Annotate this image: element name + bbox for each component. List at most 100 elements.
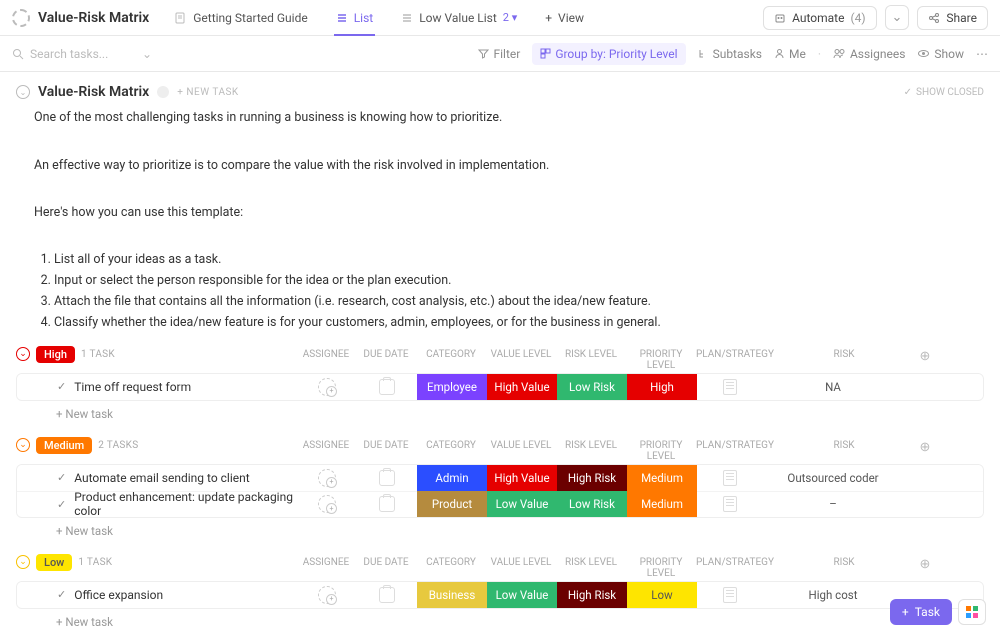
new-task-button[interactable]: + NEW TASK [177, 87, 238, 98]
col-plan: PLAN/STRATEGY [696, 440, 774, 462]
grid-icon [966, 606, 978, 618]
new-task-inline[interactable]: + New task [16, 518, 984, 538]
show-button[interactable]: Show [917, 47, 964, 61]
plan-cell[interactable] [697, 582, 763, 608]
risklevel-cell[interactable]: Low Risk [557, 374, 627, 400]
automate-count: (4) [850, 11, 865, 25]
risk-cell[interactable]: NA [763, 374, 903, 400]
tab-badge[interactable]: 2 ▾ [503, 11, 517, 24]
share-button[interactable]: Share [917, 6, 988, 30]
valuelevel-cell[interactable]: High Value [487, 465, 557, 491]
chevron-down-icon[interactable]: ⌄ [142, 47, 152, 61]
plan-cell[interactable] [697, 491, 763, 517]
risklevel-cell[interactable]: High Risk [557, 582, 627, 608]
assignees-button[interactable]: Assignees [833, 47, 905, 61]
task-row[interactable]: ✓ Office expansion Business Low Value Hi… [17, 582, 983, 608]
me-button[interactable]: Me [774, 47, 806, 61]
col-risk: RISK LEVEL [556, 557, 626, 579]
desc-li: Classify whether the idea/new feature is… [54, 312, 984, 333]
valuelevel-cell[interactable]: Low Value [487, 582, 557, 608]
tab-label: List [354, 11, 374, 25]
subtasks-button[interactable]: Subtasks [698, 47, 762, 61]
share-label: Share [946, 11, 977, 25]
search-icon [12, 48, 24, 60]
robot-icon [774, 12, 786, 24]
topbar: Value-Risk Matrix Getting Started Guide … [0, 0, 1000, 36]
col-category: CATEGORY [416, 440, 486, 462]
duedate-cell[interactable] [357, 582, 417, 608]
plus-icon: + [545, 11, 552, 25]
plan-cell[interactable] [697, 465, 763, 491]
add-column-button[interactable]: ⊕ [914, 349, 936, 371]
list-icon [336, 12, 348, 24]
assignee-cell[interactable] [297, 582, 357, 608]
col-assignee: ASSIGNEE [296, 440, 356, 462]
avatar-placeholder-icon [318, 586, 336, 604]
check-icon[interactable]: ✓ [57, 588, 66, 601]
tab-label: Getting Started Guide [193, 11, 307, 25]
duedate-cell[interactable] [357, 374, 417, 400]
plan-cell[interactable] [697, 374, 763, 400]
risklevel-cell[interactable]: Low Risk [557, 491, 627, 517]
section-header: ⌄ Value-Risk Matrix + NEW TASK ✓SHOW CLO… [16, 84, 984, 100]
duedate-cell[interactable] [357, 465, 417, 491]
show-closed-toggle[interactable]: ✓SHOW CLOSED [904, 87, 984, 98]
search-input[interactable]: Search tasks... ⌄ [12, 47, 152, 61]
col-duedate: DUE DATE [356, 557, 416, 579]
calendar-icon [379, 379, 395, 395]
risk-cell[interactable]: Outsourced coder [763, 465, 903, 491]
risk-cell[interactable]: – [763, 491, 903, 517]
col-category: CATEGORY [416, 557, 486, 579]
assignee-cell[interactable] [297, 491, 357, 517]
col-value: VALUE LEVEL [486, 440, 556, 462]
check-icon[interactable]: ✓ [57, 471, 66, 484]
valuelevel-cell[interactable]: High Value [487, 374, 557, 400]
check-icon[interactable]: ✓ [57, 380, 66, 393]
tab-getting-started[interactable]: Getting Started Guide [165, 0, 317, 36]
category-cell[interactable]: Business [417, 582, 487, 608]
add-column-button[interactable]: ⊕ [914, 557, 936, 579]
automate-button[interactable]: Automate (4) [763, 6, 876, 30]
assignee-cell[interactable] [297, 465, 357, 491]
risk-cell[interactable]: High cost [763, 582, 903, 608]
priority-cell[interactable]: High [627, 374, 697, 400]
section-title: Value-Risk Matrix [38, 84, 149, 100]
col-plan: PLAN/STRATEGY [696, 349, 774, 371]
task-row[interactable]: ✓ Automate email sending to client Admin… [17, 465, 983, 491]
duedate-cell[interactable] [357, 491, 417, 517]
priority-cell[interactable]: Low [627, 582, 697, 608]
doc-icon [723, 379, 737, 395]
info-icon[interactable] [157, 86, 169, 98]
more-menu[interactable]: ⋯ [976, 47, 988, 61]
filter-button[interactable]: Filter [478, 47, 520, 61]
desc-li: Input or select the person responsible f… [54, 270, 984, 291]
desc-p1: One of the most challenging tasks in run… [34, 106, 984, 130]
priority-cell[interactable]: Medium [627, 465, 697, 491]
calendar-icon [379, 587, 395, 603]
tab-add-view[interactable]: + View [535, 0, 594, 36]
tab-low-value-list[interactable]: Low Value List 2 ▾ [391, 0, 527, 36]
category-cell[interactable]: Employee [417, 374, 487, 400]
task-row[interactable]: ✓ Product enhancement: update packaging … [17, 491, 983, 517]
new-task-inline[interactable]: + New task [16, 401, 984, 421]
risklevel-cell[interactable]: High Risk [557, 465, 627, 491]
new-task-fab[interactable]: +Task [890, 599, 952, 625]
group-medium: ⌄ Medium 2 TASKS ASSIGNEE DUE DATE CATEG… [16, 437, 984, 538]
valuelevel-cell[interactable]: Low Value [487, 491, 557, 517]
check-icon[interactable]: ✓ [57, 498, 66, 511]
tab-list[interactable]: List [326, 0, 384, 36]
assignee-cell[interactable] [297, 374, 357, 400]
automate-dropdown[interactable]: ⌄ [885, 5, 910, 30]
category-cell[interactable]: Product [417, 491, 487, 517]
groupby-button[interactable]: Group by: Priority Level [532, 43, 685, 65]
task-row[interactable]: ✓ Time off request form Employee High Va… [17, 374, 983, 400]
page-title: Value-Risk Matrix [38, 10, 149, 26]
add-column-button[interactable]: ⊕ [914, 440, 936, 462]
collapse-toggle[interactable]: ⌄ [16, 85, 30, 99]
desc-li: List all of your ideas as a task. [54, 249, 984, 270]
priority-cell[interactable]: Medium [627, 491, 697, 517]
new-task-inline[interactable]: + New task [16, 609, 984, 629]
col-risk2: RISK [774, 557, 914, 579]
category-cell[interactable]: Admin [417, 465, 487, 491]
apps-fab[interactable] [958, 599, 986, 625]
